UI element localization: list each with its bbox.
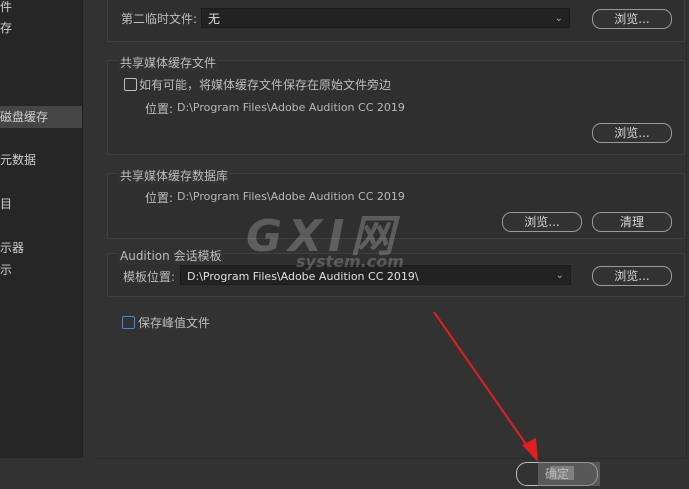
annotation-arrow	[433, 311, 538, 462]
pixelated-overlay	[550, 466, 574, 480]
